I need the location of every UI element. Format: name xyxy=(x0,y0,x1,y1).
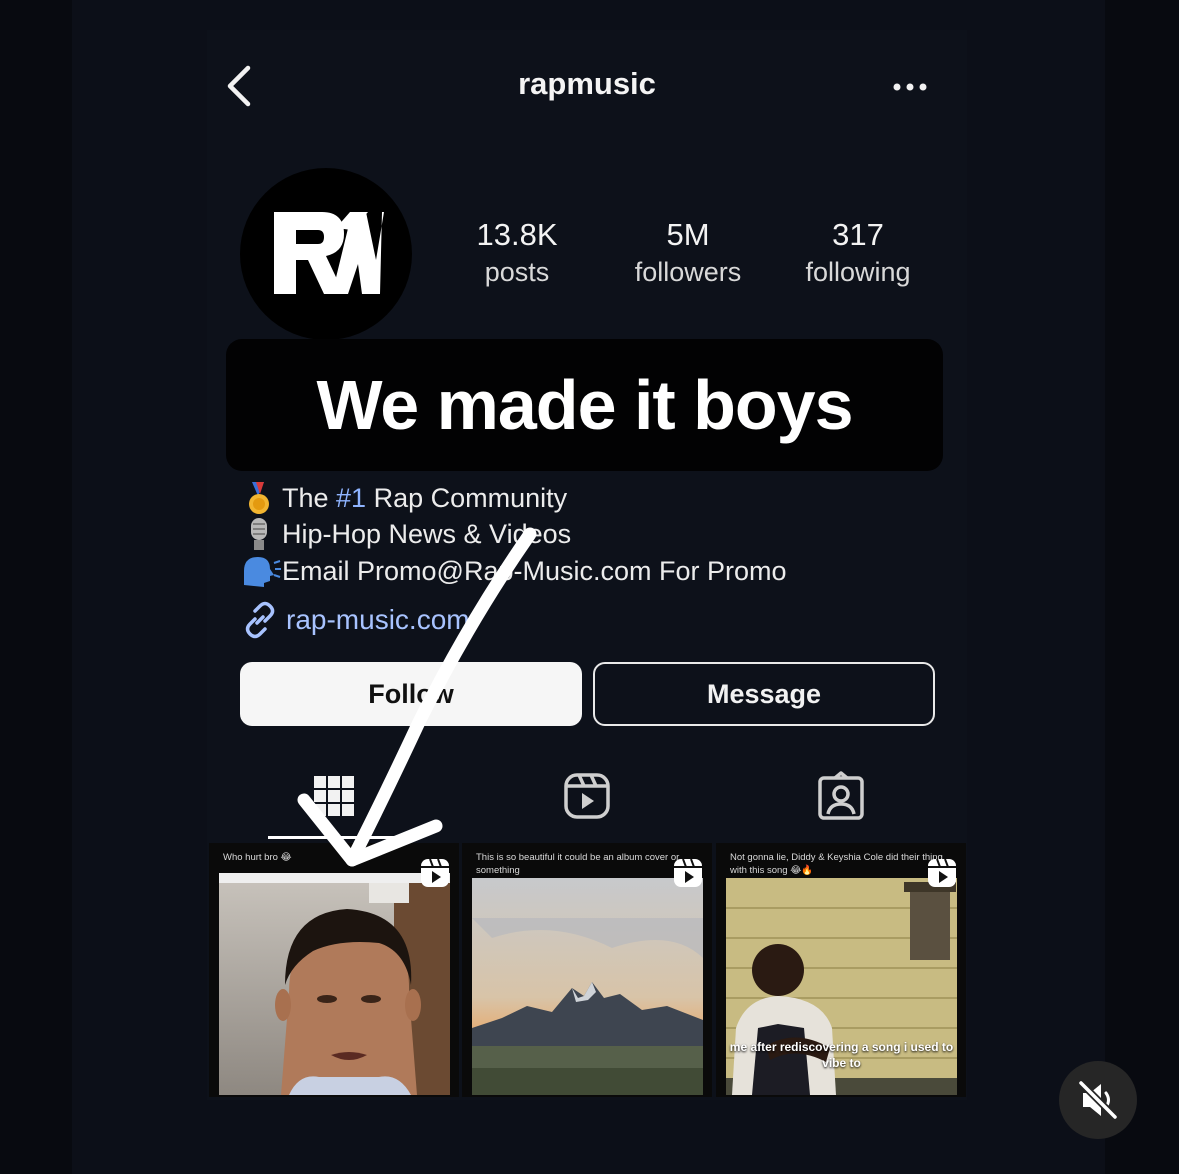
stat-posts-label: posts xyxy=(484,257,550,287)
bio-line-3-text: Email Promo@Rap-Music.com For Promo xyxy=(282,555,787,586)
grid-post-3[interactable]: Not gonna lie, Diddy & Keyshia Cole did … xyxy=(716,843,966,1097)
speaker-muted-icon xyxy=(1078,1080,1118,1120)
reel-icon xyxy=(672,857,704,889)
stat-posts[interactable]: 13.8K posts xyxy=(432,216,602,290)
mute-toggle-button[interactable] xyxy=(1059,1061,1137,1139)
video-letterbox-left xyxy=(0,0,72,1174)
post-1-caption: Who hurt bro 😂 xyxy=(223,852,292,863)
more-options-button[interactable] xyxy=(886,70,934,104)
speaking-head-icon xyxy=(240,553,282,589)
active-tab-indicator xyxy=(268,836,400,839)
back-button[interactable] xyxy=(222,62,262,110)
bio-line-2: Hip-Hop News & Videos xyxy=(240,516,571,552)
post-1-thumbnail xyxy=(219,873,450,1095)
stat-followers-label: followers xyxy=(634,257,742,287)
stat-posts-value: 13.8K xyxy=(476,217,558,252)
bio-line-1: The #1 Rap Community xyxy=(240,480,567,516)
tab-posts-grid[interactable] xyxy=(304,770,364,826)
stat-following[interactable]: 317 following xyxy=(773,216,943,290)
profile-link[interactable]: rap-music.com xyxy=(240,600,470,640)
reels-icon xyxy=(564,773,610,819)
stat-followers-value: 5M xyxy=(666,217,710,252)
grid-post-2[interactable]: This is so beautiful it could be an albu… xyxy=(462,843,712,1097)
microphone-icon xyxy=(240,516,282,552)
follow-button[interactable]: Follow xyxy=(240,662,582,726)
tagged-user-icon xyxy=(818,771,864,820)
bio-line-1-prefix: The xyxy=(282,482,337,513)
message-button[interactable]: Message xyxy=(593,662,935,726)
more-horizontal-icon xyxy=(893,83,927,91)
reel-icon xyxy=(419,857,451,889)
stat-following-value: 317 xyxy=(832,217,884,252)
post-2-thumbnail xyxy=(472,878,703,1097)
tab-tagged[interactable] xyxy=(811,770,871,826)
post-3-caption: Not gonna lie, Diddy & Keyshia Cole did … xyxy=(730,852,943,876)
tab-reels[interactable] xyxy=(557,770,617,826)
post-2-caption: This is so beautiful it could be an albu… xyxy=(476,852,680,876)
grid-icon xyxy=(314,776,354,816)
rm-logo xyxy=(274,212,384,294)
stat-following-label: following xyxy=(805,257,911,287)
profile-link-text[interactable]: rap-music.com xyxy=(286,604,470,636)
video-letterbox-right xyxy=(1105,0,1179,1174)
profile-avatar[interactable] xyxy=(240,168,412,340)
bio-hashtag[interactable]: #1 xyxy=(336,483,366,513)
stat-followers[interactable]: 5M followers xyxy=(603,216,773,290)
medal-icon xyxy=(240,480,282,516)
chevron-left-icon xyxy=(227,65,251,107)
profile-username: rapmusic xyxy=(518,66,656,101)
post-3-subtitle: me after rediscovering a song i used to … xyxy=(729,1040,954,1070)
bio-line-1-suffix: Rap Community xyxy=(366,482,568,513)
bio-line-2-text: Hip-Hop News & Videos xyxy=(282,518,572,549)
link-icon xyxy=(240,600,286,640)
overlay-text: We made it boys xyxy=(316,366,853,444)
grid-post-1[interactable]: Who hurt bro 😂 xyxy=(209,843,459,1097)
reel-icon xyxy=(926,857,958,889)
video-caption-overlay: We made it boys xyxy=(226,339,943,471)
bio-line-3: Email Promo@Rap-Music.com For Promo xyxy=(240,553,787,589)
